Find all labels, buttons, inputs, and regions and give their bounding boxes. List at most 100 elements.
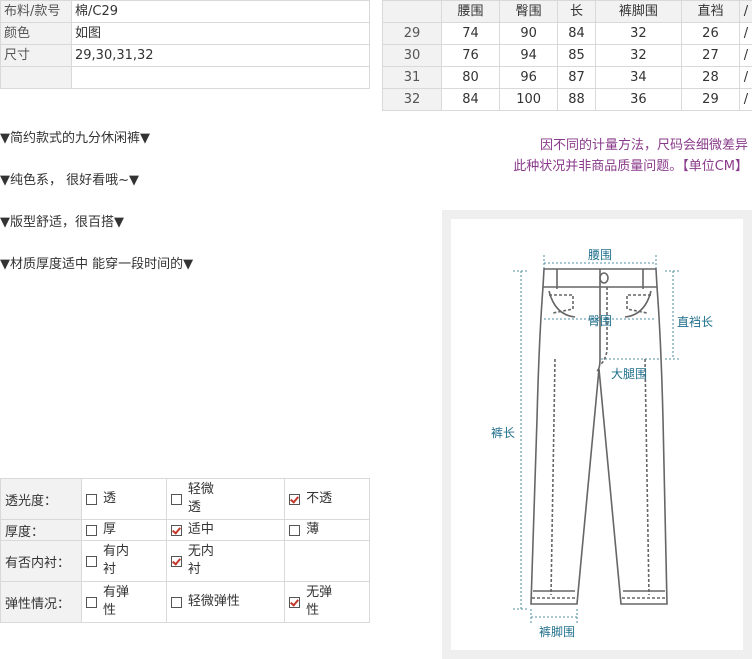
size-label: 32	[382, 88, 442, 111]
size-cell: 90	[499, 22, 559, 45]
fabric-option-cell: 适中	[165, 519, 286, 541]
label-rise: 直裆长	[677, 315, 713, 329]
size-cell: 88	[557, 88, 596, 111]
label-waist: 腰围	[588, 248, 612, 262]
fabric-option-label: 轻微弹性	[187, 594, 240, 609]
checkbox-icon[interactable]	[86, 524, 97, 536]
label-hem: 裤脚围	[539, 624, 575, 639]
size-header-cell: 臀围	[499, 0, 559, 23]
feature-line-3: ▼版型舒适，很百搭▼	[0, 215, 124, 230]
fabric-option-label: 透	[103, 491, 117, 506]
fabric-row: 弹性情况： 有弹性 轻微弹性 无弹性	[0, 581, 370, 623]
size-header-cell: 裤脚围	[594, 0, 682, 23]
checkbox-icon[interactable]	[86, 493, 97, 505]
checkbox-icon[interactable]	[170, 596, 182, 608]
size-cell: 100	[499, 88, 559, 111]
size-cell: 85	[557, 44, 596, 67]
info-value: 如图	[71, 22, 370, 45]
fabric-row: 有否内衬： 有内衬 无内衬	[0, 540, 370, 582]
size-cell: 76	[440, 44, 501, 67]
fabric-option-label: 轻微透	[187, 482, 214, 515]
feature-line-4: ▼材质厚度适中 能穿一段时间的▼	[0, 257, 194, 272]
fabric-option-label: 适中	[187, 522, 214, 537]
fabric-option[interactable]: 薄	[289, 521, 365, 539]
size-row: 32 84 100 88 36 29/	[382, 88, 752, 111]
measurement-note: 因不同的计量方法，尺码会细微差异	[539, 138, 748, 153]
info-label: 颜色	[0, 22, 72, 45]
fabric-option-cell: 无内衬	[165, 540, 286, 582]
size-label: 31	[382, 66, 442, 89]
info-label: 尺寸	[0, 44, 72, 67]
fabric-option[interactable]: 有内衬	[86, 543, 162, 579]
checkbox-checked-icon[interactable]	[289, 596, 301, 608]
fabric-option-label: 薄	[306, 522, 320, 537]
size-label: 30	[382, 44, 442, 67]
measurement-diagram: 腰围 臀围 直裆长 大腿围 裤长 裤脚围	[442, 210, 752, 659]
size-cell: 94	[499, 44, 559, 67]
label-length: 裤长	[491, 426, 515, 440]
fabric-option-label: 不透	[306, 491, 333, 506]
size-cell: 32	[594, 44, 682, 67]
size-cell: 96	[499, 66, 559, 89]
size-row: 29 74 90 84 32 26/	[382, 22, 752, 45]
fabric-option[interactable]: 轻微透	[170, 481, 280, 517]
size-label: 29	[382, 22, 442, 45]
size-end-mark: /	[739, 44, 752, 67]
info-value: 29,30,31,32	[71, 44, 370, 67]
size-end-mark: /	[739, 22, 752, 45]
checkbox-checked-icon[interactable]	[289, 493, 301, 505]
info-row: 颜色 如图	[0, 22, 370, 45]
fabric-option[interactable]: 透	[86, 490, 162, 508]
size-header-corner	[382, 0, 442, 23]
fabric-option-label: 有内衬	[103, 544, 130, 577]
fabric-option-label: 有弹性	[103, 585, 130, 618]
fabric-option[interactable]: 有弹性	[86, 584, 162, 620]
fabric-option[interactable]: 无弹性	[289, 584, 365, 620]
fabric-option-cell	[284, 540, 370, 582]
feature-line-1: ▼简约款式的九分休闲裤▼	[0, 131, 150, 146]
size-end-mark: /	[739, 0, 752, 23]
label-hip: 臀围	[588, 314, 612, 328]
size-cell: 84	[557, 22, 596, 45]
checkbox-checked-icon[interactable]	[170, 524, 182, 536]
fabric-option-cell: 无弹性	[284, 581, 370, 623]
pants-diagram-svg: 腰围 臀围 直裆长 大腿围 裤长 裤脚围	[491, 248, 713, 639]
info-value	[71, 66, 370, 89]
size-header-cell: 腰围	[440, 0, 501, 23]
size-cell: 74	[440, 22, 501, 45]
size-end-mark: /	[739, 88, 752, 111]
size-header-cell: 长	[557, 0, 596, 23]
size-row: 30 76 94 85 32 27/	[382, 44, 752, 67]
feature-line-2: ▼纯色系， 很好看哦~▼	[0, 173, 140, 188]
fabric-option-cell: 有弹性	[81, 581, 167, 623]
fabric-option[interactable]: 无内衬	[170, 543, 280, 579]
label-thigh: 大腿围	[611, 367, 647, 381]
fabric-label: 弹性情况：	[0, 581, 82, 623]
fabric-option-cell: 有内衬	[81, 540, 167, 582]
fabric-option-label: 厚	[103, 522, 117, 537]
size-cell: 26	[680, 22, 741, 45]
info-value: 棉/C29	[71, 0, 370, 23]
info-row: 尺寸 29,30,31,32	[0, 44, 370, 67]
info-label: 布料/款号	[0, 0, 72, 23]
fabric-option[interactable]: 适中	[170, 521, 280, 539]
fabric-row: 厚度： 厚 适中 薄	[0, 519, 370, 541]
fabric-option[interactable]: 不透	[289, 490, 365, 508]
fabric-option[interactable]: 厚	[86, 521, 162, 539]
checkbox-icon[interactable]	[289, 524, 301, 536]
fabric-row: 透光度： 透 轻微透 不透	[0, 478, 370, 520]
fabric-option-cell: 轻微透	[165, 478, 286, 520]
checkbox-icon[interactable]	[86, 596, 97, 608]
checkbox-icon[interactable]	[86, 555, 97, 567]
fabric-option[interactable]: 轻微弹性	[170, 593, 280, 611]
fabric-option-cell: 厚	[81, 519, 167, 541]
size-cell: 29	[680, 88, 741, 111]
checkbox-icon[interactable]	[170, 493, 182, 505]
fabric-label: 有否内衬：	[0, 540, 82, 582]
size-cell: 32	[594, 22, 682, 45]
size-chart-table: 腰围 臀围长裤脚围 直裆/29 74 90 84 32 26/30 76 94 85 32 27/31 8…	[382, 0, 752, 111]
fabric-label: 厚度：	[0, 519, 82, 541]
fabric-properties-table: 透光度： 透 轻微透 不透 厚度： 厚 适中 薄有否内衬： 有内衬 无内衬 弹性情况： 有弹性 轻微弹性…	[0, 478, 370, 623]
checkbox-checked-icon[interactable]	[170, 555, 182, 567]
fabric-option-label: 无内衬	[187, 544, 214, 577]
